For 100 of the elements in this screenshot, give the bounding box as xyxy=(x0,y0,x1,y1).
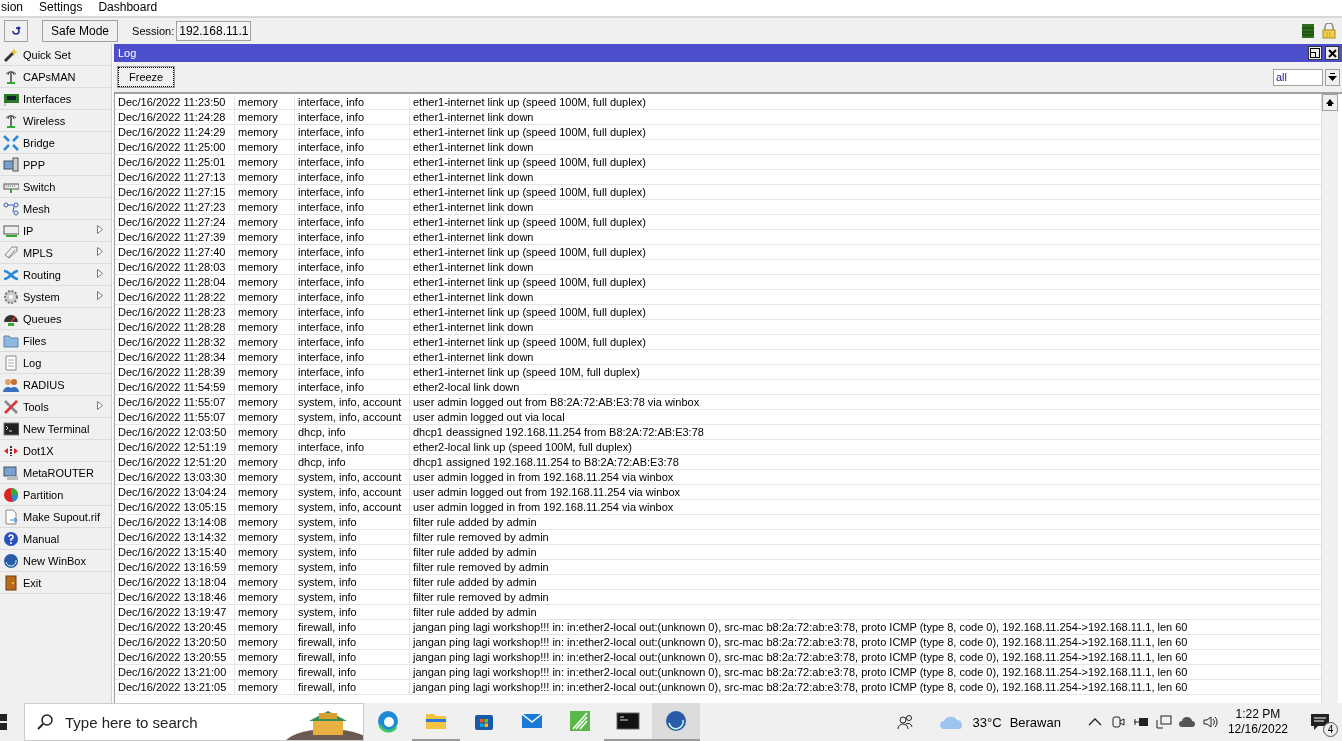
topics-cell: interface, info xyxy=(295,125,410,139)
topics-cell: interface, info xyxy=(295,440,410,454)
sidebar-item[interactable]: System xyxy=(0,286,111,308)
buffer-cell: memory xyxy=(235,245,295,259)
topics-cell: system, info, account xyxy=(295,470,410,484)
dropdown-button[interactable] xyxy=(1325,68,1340,86)
sidebar-item[interactable]: Queues xyxy=(0,308,111,330)
sidebar-item[interactable]: Interfaces xyxy=(0,88,111,110)
sidebar-item[interactable]: Routing xyxy=(0,264,111,286)
camera-icon[interactable] xyxy=(1109,714,1126,730)
time-cell: Dec/16/2022 13:14:32 xyxy=(115,530,235,544)
message-cell-text: ether1-internet link down xyxy=(412,110,534,124)
speaker-icon[interactable] xyxy=(1201,714,1218,730)
antenna-icon xyxy=(3,112,19,129)
message-cell-text: filter rule added by admin xyxy=(412,545,537,559)
time-cell: Dec/16/2022 12:03:50 xyxy=(115,425,235,439)
message-cell-text: filter rule added by admin xyxy=(412,515,537,529)
redo-icon xyxy=(10,26,22,36)
message-cell-text: jangan ping lagi workshop!!! in: in:ether2-local out:(unknown 0), src-mac b8:2a:72:ab:e3:78, proto ICMP (type 8, code 0), 192.168.11.254->192.168.11.1, len 60 xyxy=(411,650,1188,664)
sidebar-item[interactable]: RADIUS xyxy=(0,374,111,396)
buffer-cell: memory xyxy=(235,185,295,199)
freeze-button[interactable]: Freeze xyxy=(118,67,175,87)
topics-cell: interface, info xyxy=(295,290,410,304)
time-cell: Dec/16/2022 13:16:59 xyxy=(115,560,235,574)
sidebar-item[interactable]: MetaROUTER xyxy=(0,462,111,484)
topics-cell: system, info, account xyxy=(295,395,410,409)
buffer-cell: memory xyxy=(235,485,295,499)
buffer-cell: memory xyxy=(235,680,295,694)
topics-cell: system, info, account xyxy=(295,485,410,499)
topics-cell: system, info xyxy=(295,575,410,589)
sidebar-item[interactable]: IP xyxy=(0,220,111,242)
sidebar-item[interactable]: Exit xyxy=(0,572,111,594)
buffer-cell: memory xyxy=(235,380,295,394)
session-field[interactable]: 192.168.11.1 xyxy=(176,21,252,41)
sidebar-item[interactable]: Bridge xyxy=(0,132,111,154)
buffer-cell: memory xyxy=(235,410,295,424)
scrollbar[interactable] xyxy=(1321,94,1338,703)
tags-icon xyxy=(3,244,19,261)
windows-logo-icon[interactable] xyxy=(0,714,10,730)
sidebar-item[interactable]: Files xyxy=(0,330,111,352)
message-cell-text: dhcp1 deassigned 192.168.11.254 from B8:2A:72:AB:E3:78 xyxy=(412,425,704,439)
clock-button[interactable]: 1:22 PM 12/16/2022 xyxy=(1227,707,1288,737)
sidebar-item[interactable]: New Terminal xyxy=(0,418,111,440)
antenna-icon xyxy=(3,68,19,85)
terminal-icon xyxy=(616,709,640,733)
lock-icon xyxy=(1322,23,1336,39)
message-cell-text: ether1-internet link up (speed 100M, full duplex) xyxy=(412,335,646,349)
time-cell: Dec/16/2022 11:28:28 xyxy=(115,320,235,334)
menu-item[interactable]: Settings xyxy=(38,0,84,14)
menu-item[interactable]: sion xyxy=(0,0,24,14)
time-cell: Dec/16/2022 13:15:40 xyxy=(115,545,235,559)
people-icon[interactable] xyxy=(896,714,913,730)
buffer-cell: memory xyxy=(235,515,295,529)
topics-cell: interface, info xyxy=(295,110,410,124)
redo-button[interactable] xyxy=(4,20,28,42)
topics-cell: dhcp, info xyxy=(295,455,410,469)
buffer-cell: memory xyxy=(235,560,295,574)
sidebar-item[interactable]: Partition xyxy=(0,484,111,506)
pie-icon xyxy=(3,486,19,503)
safe-mode-button[interactable]: Safe Mode xyxy=(42,20,119,42)
time-cell: Dec/16/2022 11:27:15 xyxy=(115,185,235,199)
sidebar-item[interactable]: Log xyxy=(0,352,111,374)
help-icon xyxy=(3,530,19,547)
sidebar-item[interactable]: New WinBox xyxy=(0,550,111,572)
time-cell: Dec/16/2022 11:27:24 xyxy=(115,215,235,229)
buffer-cell: memory xyxy=(235,440,295,454)
buffer-cell: memory xyxy=(235,365,295,379)
cloud-icon[interactable] xyxy=(1178,714,1195,730)
close-button[interactable] xyxy=(1325,46,1339,60)
topics-cell: interface, info xyxy=(295,350,410,364)
sidebar-item[interactable]: PPP xyxy=(0,154,111,176)
sidebar-item[interactable]: Make Supout.rif xyxy=(0,506,111,528)
time-cell: Dec/16/2022 13:20:50 xyxy=(115,635,235,649)
sidebar-item[interactable]: Dot1X xyxy=(0,440,111,462)
topics-cell: interface, info xyxy=(295,95,410,109)
sidebar-item[interactable]: Switch xyxy=(0,176,111,198)
network-icon[interactable] xyxy=(1155,714,1172,730)
message-icon[interactable] xyxy=(1310,713,1330,731)
caret-up-icon xyxy=(1326,99,1334,106)
buffer-cell: memory xyxy=(235,350,295,364)
time-cell: Dec/16/2022 11:27:39 xyxy=(115,230,235,244)
sidebar-item[interactable]: MPLS xyxy=(0,242,111,264)
sidebar-item[interactable]: CAPsMAN xyxy=(0,66,111,88)
message-cell-text: filter rule removed by admin xyxy=(412,590,549,604)
sidebar-item[interactable]: Wireless xyxy=(0,110,111,132)
sidebar-item[interactable]: Tools xyxy=(0,396,111,418)
topics-cell: interface, info xyxy=(295,260,410,274)
scroll-up-button[interactable] xyxy=(1322,94,1338,111)
sidebar-item[interactable]: Manual xyxy=(0,528,111,550)
topics-cell: interface, info xyxy=(295,185,410,199)
sidebar-item[interactable]: Mesh xyxy=(0,198,111,220)
folder-icon xyxy=(3,332,19,349)
filter-field[interactable]: all xyxy=(1273,68,1323,86)
search-field[interactable]: Type here to search xyxy=(24,703,364,741)
sidebar-item[interactable]: Quick Set xyxy=(0,44,111,66)
message-cell-text: ether1-internet link up (speed 100M, full duplex) xyxy=(412,245,646,259)
close-icon xyxy=(1327,48,1337,58)
menu-item[interactable]: Dashboard xyxy=(97,0,159,14)
restore-button[interactable] xyxy=(1308,46,1322,60)
buffer-cell: memory xyxy=(235,635,295,649)
